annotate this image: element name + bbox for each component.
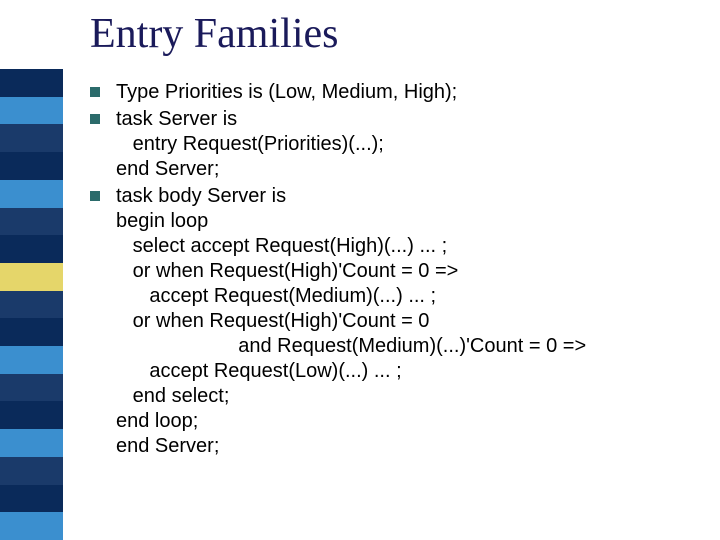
sidebar-stripe (0, 346, 63, 374)
sidebar-stripe (0, 124, 63, 152)
sidebar-stripe (0, 152, 63, 180)
decorative-sidebar (0, 69, 63, 540)
sidebar-stripe (0, 180, 63, 208)
square-bullet-icon (90, 87, 100, 97)
slide-content: Type Priorities is (Low, Medium, High);t… (90, 80, 690, 461)
sidebar-stripe (0, 263, 63, 291)
bullet-text: task body Server is begin loop select ac… (116, 184, 586, 459)
sidebar-stripe (0, 318, 63, 346)
square-bullet-icon (90, 114, 100, 124)
sidebar-stripe (0, 69, 63, 97)
sidebar-stripe (0, 291, 63, 319)
sidebar-stripe (0, 429, 63, 457)
sidebar-stripe (0, 208, 63, 236)
bullet-text: Type Priorities is (Low, Medium, High); (116, 80, 457, 105)
bullet-item: Type Priorities is (Low, Medium, High); (90, 80, 690, 105)
sidebar-stripe (0, 97, 63, 125)
sidebar-stripe (0, 457, 63, 485)
bullet-text: task Server is entry Request(Priorities)… (116, 107, 384, 182)
bullet-item: task body Server is begin loop select ac… (90, 184, 690, 459)
sidebar-stripe (0, 374, 63, 402)
sidebar-stripe (0, 485, 63, 513)
square-bullet-icon (90, 191, 100, 201)
slide-title: Entry Families (90, 10, 338, 58)
sidebar-stripe (0, 401, 63, 429)
sidebar-stripe (0, 235, 63, 263)
sidebar-stripe (0, 512, 63, 540)
bullet-item: task Server is entry Request(Priorities)… (90, 107, 690, 182)
